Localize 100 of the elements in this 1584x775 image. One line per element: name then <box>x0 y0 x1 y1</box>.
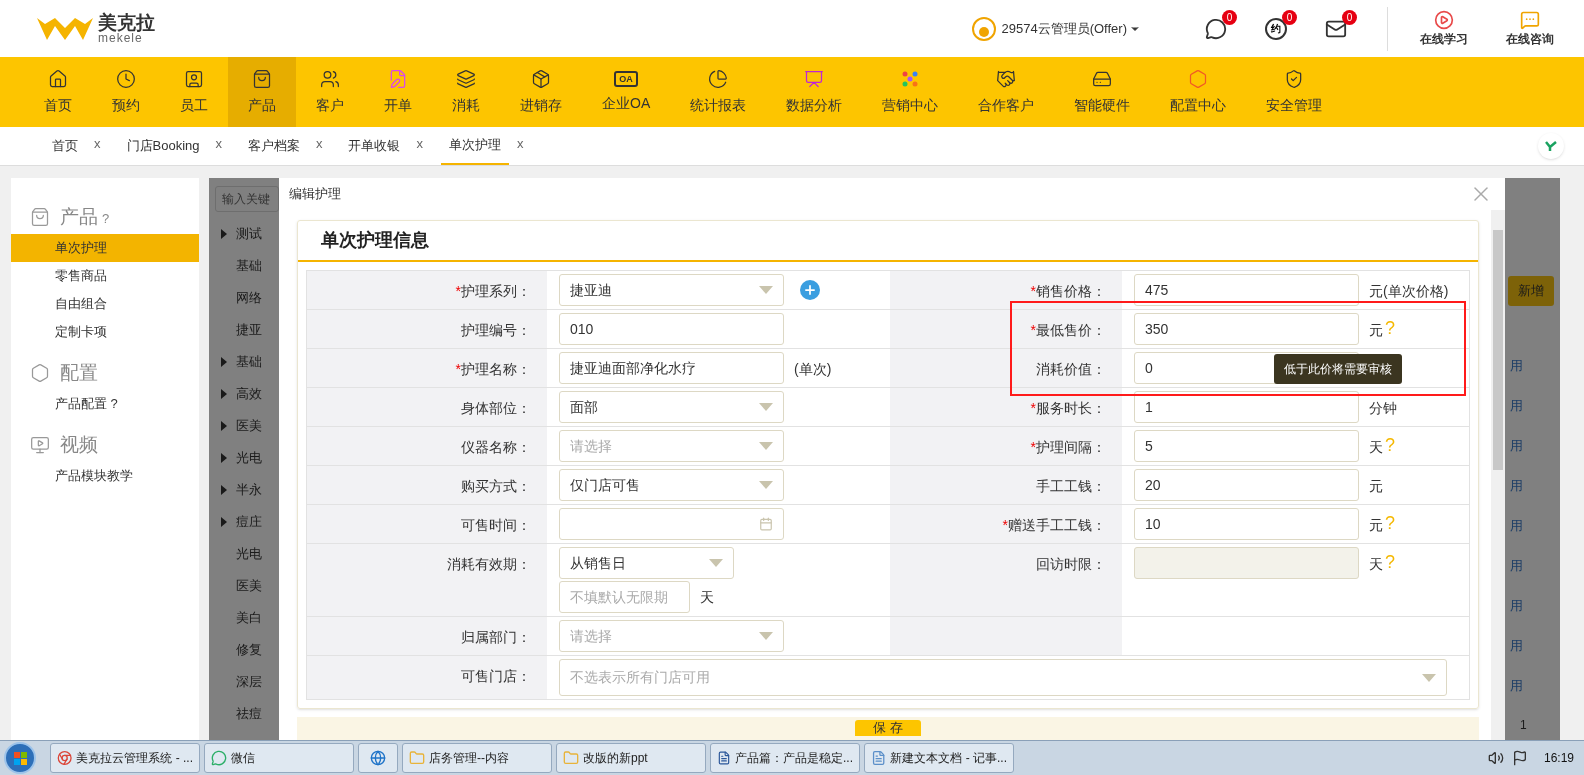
expand-arrow-icon[interactable] <box>221 389 227 399</box>
add-button[interactable] <box>800 280 820 300</box>
nav-item[interactable]: 产品 <box>228 57 296 127</box>
expand-arrow-icon[interactable] <box>221 357 227 367</box>
taskbar-item[interactable] <box>358 743 398 773</box>
input-field[interactable]: 475 <box>1134 274 1359 306</box>
expand-arrow-icon[interactable] <box>221 453 227 463</box>
sidebar-item[interactable]: 产品模块教学 <box>11 462 199 490</box>
nav-item[interactable]: 进销存 <box>500 57 582 127</box>
field-label: 服务时长： <box>1036 399 1106 418</box>
page-tab[interactable]: 客户档案 <box>240 127 308 165</box>
tree-item[interactable]: 修复 <box>236 640 262 660</box>
nav-item[interactable]: 消耗 <box>432 57 500 127</box>
tree-item[interactable]: 美白 <box>236 608 262 628</box>
page-tab[interactable]: 门店Booking <box>118 127 208 165</box>
expand-arrow-icon[interactable] <box>221 517 227 527</box>
page-tab[interactable]: 开单收银 <box>340 127 409 165</box>
nav-item[interactable]: 首页 <box>24 57 92 127</box>
sidebar-item[interactable]: 自由组合 <box>11 290 199 318</box>
nav-item[interactable]: 统计报表 <box>670 57 767 127</box>
tree-item[interactable]: 痘庄 <box>236 512 262 532</box>
field-label: 护理名称： <box>461 360 531 379</box>
start-button-icon[interactable] <box>4 742 36 774</box>
taskbar-item[interactable]: 改版的新ppt <box>556 743 706 773</box>
bag-icon <box>30 207 50 227</box>
tree-item[interactable]: 基础 <box>236 256 262 276</box>
tree-item[interactable]: 网络 <box>236 288 262 308</box>
tab-close[interactable]: x <box>94 134 101 154</box>
sidebar-item[interactable]: 产品配置 ? <box>11 390 199 418</box>
nav-item[interactable]: 营销中心 <box>862 57 959 127</box>
tree-item[interactable]: 光电 <box>236 544 262 564</box>
tree-item[interactable]: 医美 <box>236 576 262 596</box>
nav-item[interactable]: 员工 <box>160 57 228 127</box>
scrollbar-thumb[interactable] <box>1493 230 1503 470</box>
field-label: 可售门店： <box>461 667 531 686</box>
select-field[interactable]: 从销售日 <box>559 547 734 579</box>
sidebar-item[interactable]: 零售商品 <box>11 262 199 290</box>
select-field[interactable]: 仅门店可售 <box>559 469 784 501</box>
input-field[interactable]: 10 <box>1134 508 1359 540</box>
tree-item[interactable]: 测试 <box>236 224 262 244</box>
home-icon <box>48 68 68 89</box>
tab-close[interactable]: x <box>215 134 222 154</box>
nav-item[interactable]: 配置中心 <box>1150 57 1247 127</box>
tree-item[interactable]: 医美 <box>236 416 262 436</box>
sidebar-item[interactable]: 单次护理 <box>11 234 199 262</box>
tree-item[interactable]: 祛痘 <box>236 704 262 724</box>
unit-label: 天 <box>700 587 714 607</box>
tree-item[interactable]: 光电 <box>236 448 262 468</box>
nav-item[interactable]: 客户 <box>296 57 364 127</box>
globe-icon <box>370 750 386 766</box>
input-field[interactable]: 20 <box>1134 469 1359 501</box>
input-field[interactable]: 1 <box>1134 391 1359 423</box>
tree-item[interactable]: 深层 <box>236 672 262 692</box>
taskbar-item[interactable]: 新建文本文档 - 记事... <box>864 743 1014 773</box>
nav-item[interactable]: 预约 <box>92 57 160 127</box>
select-field[interactable]: 捷亚迪 <box>559 274 784 306</box>
page-tab[interactable]: 单次护理 <box>441 127 509 165</box>
nav-item[interactable]: 合作客户 <box>958 57 1055 127</box>
count-badge: 0 <box>1342 9 1357 25</box>
expand-arrow-icon[interactable] <box>221 229 227 239</box>
folder-icon <box>563 750 579 766</box>
input-field[interactable]: 010 <box>559 313 784 345</box>
nav-item[interactable]: 数据分析 <box>766 57 863 127</box>
taskbar-item[interactable]: 美克拉云管理系统 - ... <box>50 743 200 773</box>
date-field[interactable] <box>559 508 784 540</box>
help-mark[interactable]: ? <box>102 209 110 229</box>
unit-label: 元 <box>1369 516 1383 535</box>
box-icon <box>531 68 551 89</box>
input-field[interactable]: 350 <box>1134 313 1359 345</box>
nav-item[interactable]: OA 企业OA <box>582 57 671 127</box>
tab-close[interactable]: x <box>316 134 323 154</box>
input-field[interactable]: 捷亚迪面部净化水疗 <box>559 352 784 384</box>
taskbar-item[interactable]: 微信 <box>204 743 354 773</box>
handshake-icon <box>996 68 1017 89</box>
tab-close[interactable]: x <box>416 134 423 154</box>
header-link[interactable]: 在线咨询 <box>1506 9 1554 48</box>
taskbar-item[interactable]: 产品篇：产品是稳定... <box>710 743 860 773</box>
nav-item[interactable]: 智能硬件 <box>1054 57 1151 127</box>
save-button[interactable]: 保 存 <box>855 720 921 736</box>
select-field[interactable]: 面部 <box>559 391 784 423</box>
unit-label: 元 <box>1369 477 1383 496</box>
expand-arrow-icon[interactable] <box>221 485 227 495</box>
nav-item[interactable]: 安全管理 <box>1246 57 1343 127</box>
expand-arrow-icon[interactable] <box>221 421 227 431</box>
taskbar-item[interactable]: 店务管理--内容 <box>402 743 552 773</box>
tree-item[interactable]: 捷亚 <box>236 320 262 340</box>
header-link[interactable]: 在线学习 <box>1420 9 1468 48</box>
chat-icon[interactable] <box>1205 17 1227 40</box>
sidebar-item[interactable]: 定制卡项 <box>11 318 199 346</box>
user-menu[interactable]: 29574云管理员(Offer) <box>1001 18 1141 39</box>
tree-item[interactable]: 半永 <box>236 480 262 500</box>
volume-icon[interactable] <box>1487 750 1504 766</box>
page-tab[interactable]: 首页 <box>44 127 86 165</box>
flag-icon[interactable] <box>1511 750 1528 766</box>
clock: 16:19 <box>1543 750 1574 767</box>
tree-item[interactable]: 高效 <box>236 384 262 404</box>
nav-item[interactable]: 开单 <box>364 57 432 127</box>
input-field[interactable]: 5 <box>1134 430 1359 462</box>
tree-item[interactable]: 基础 <box>236 352 262 372</box>
tab-close[interactable]: x <box>517 134 524 154</box>
